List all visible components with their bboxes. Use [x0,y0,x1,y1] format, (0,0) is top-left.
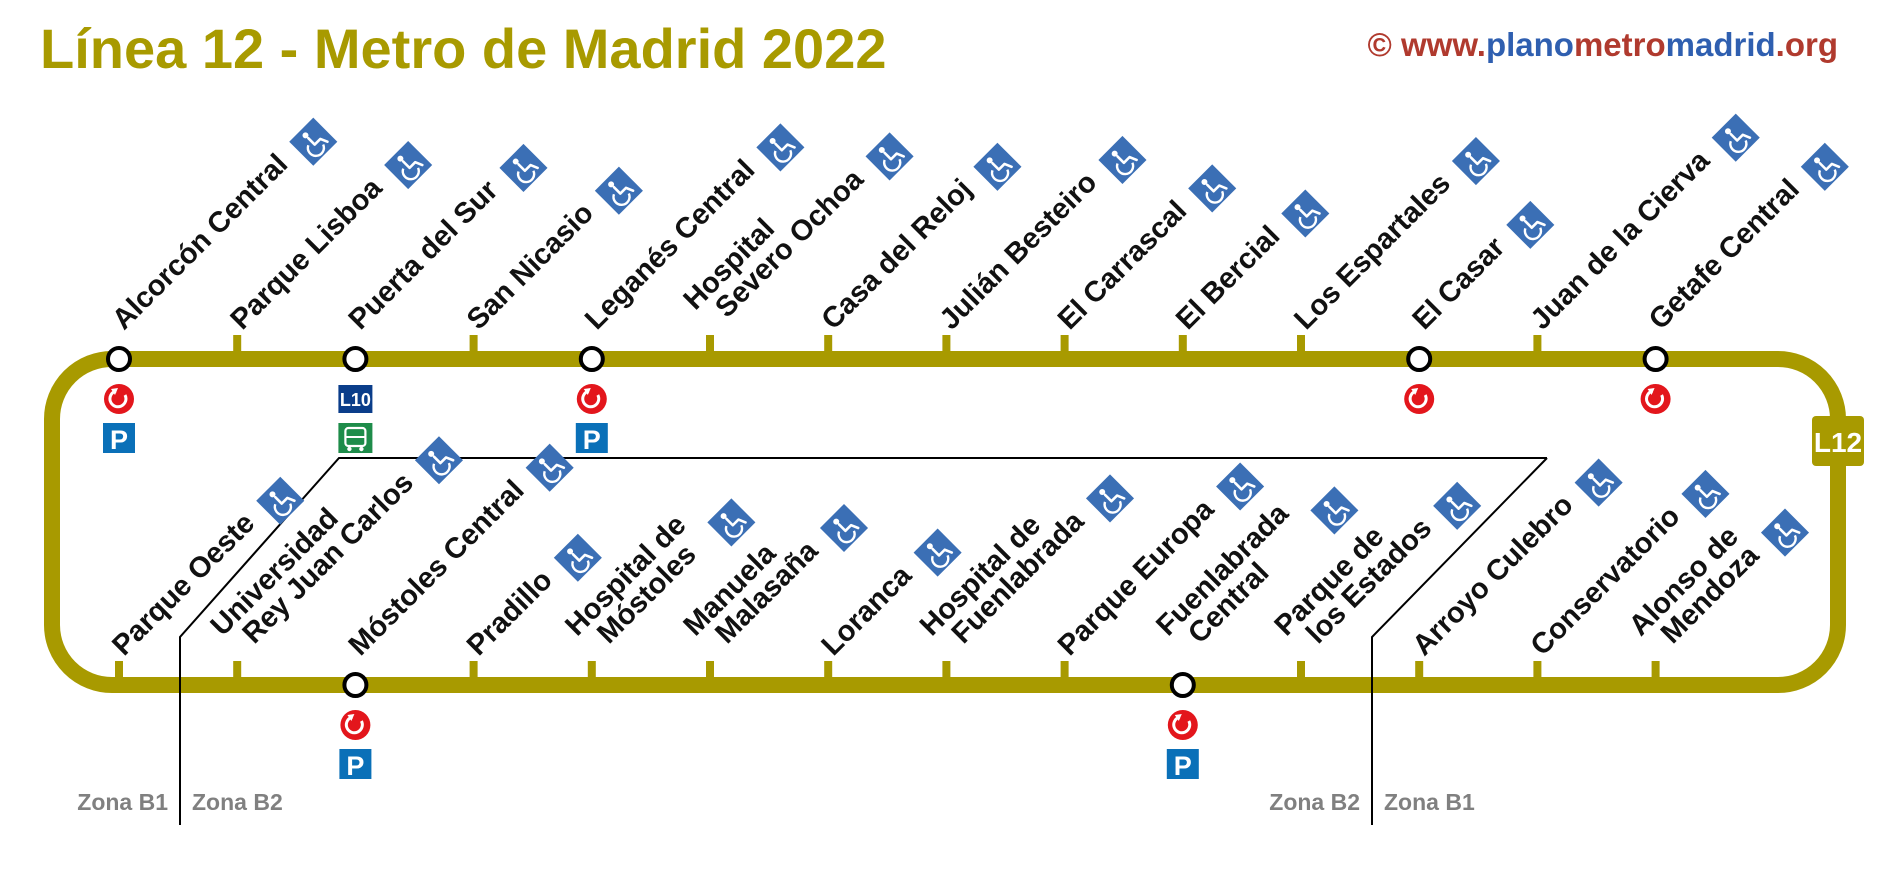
station-name[interactable]: Pradillo [461,564,559,662]
station-tick[interactable] [824,661,833,681]
interchange-marker[interactable] [342,672,369,698]
parking-label: P [110,425,128,455]
wheelchair-icon [1433,481,1482,530]
station-tick[interactable] [469,335,478,355]
line-badge-label: L12 [1814,427,1862,458]
station-tick[interactable] [942,661,951,681]
wheelchair-icon [553,533,602,582]
interchange-marker[interactable] [1169,672,1196,698]
parking-label: P [583,425,601,455]
station-name-line: Loranca [816,559,919,662]
station-name[interactable]: Loranca [816,559,919,662]
parking-icon: P [1166,749,1199,781]
wheelchair-icon [1188,164,1237,213]
station-tick[interactable] [1651,661,1660,681]
wheelchair-icon [499,143,548,192]
station-tick[interactable] [1060,661,1069,681]
bus-icon [338,423,373,453]
station-tick[interactable] [587,661,596,681]
zone-label: Zona B2 [1269,789,1360,815]
station-tick[interactable] [1415,661,1424,681]
wheelchair-icon [384,141,433,190]
line-10-badge: L10 [338,385,373,413]
wheelchair-icon [1310,486,1359,535]
station-el-casar[interactable]: El Casar [1406,200,1555,372]
interchange-marker[interactable] [106,346,132,372]
station-name[interactable]: El Casar [1407,231,1512,336]
station-tick[interactable] [1297,661,1305,681]
zone-label: Zona B1 [1384,789,1475,815]
wheelchair-icon [865,132,914,181]
wheelchair-icon [1760,508,1810,557]
parking-icon: P [103,423,135,455]
station-tick[interactable] [706,661,714,681]
station-tick[interactable] [1060,335,1069,355]
station-name[interactable]: Parque Oeste [106,507,261,662]
station-tick[interactable] [942,335,951,355]
wheelchair-icon [1281,189,1330,238]
wheelchair-icon [289,117,338,166]
interchange-marker[interactable] [1642,346,1669,372]
zone-label: Zona B2 [192,789,283,815]
station-hospital-severo-ochoa[interactable]: HospitalSevero Ochoa [678,132,914,355]
station-name[interactable]: Hospital deMóstoles [559,509,712,662]
wheelchair-icon [973,142,1022,191]
renfe-cercanias-icon [1404,384,1435,414]
station-tick[interactable] [469,661,478,681]
station-tick[interactable] [233,661,242,681]
renfe-cercanias-icon [104,384,134,414]
wheelchair-icon [525,443,574,492]
line-10-label: L10 [340,390,371,410]
wheelchair-icon [707,498,756,547]
station-tick[interactable] [1533,661,1542,681]
wheelchair-icon [1711,113,1760,162]
parking-icon: P [575,423,608,455]
station-name-line: El Bercial [1170,220,1286,336]
wheelchair-icon [1681,469,1730,518]
wheelchair-icon [1451,137,1500,186]
wheelchair-icon [756,123,805,172]
station-parque-de-los-estados[interactable]: Parque delos Estados [1269,481,1482,681]
station-name-line: Parque Oeste [106,507,261,662]
wheelchair-icon [1216,462,1265,511]
wheelchair-icon [913,528,962,577]
interchange-marker[interactable] [578,346,605,372]
parking-icon: P [339,749,372,781]
station-name-line: Pradillo [461,564,559,662]
wheelchair-icon [1098,135,1147,184]
station-tick[interactable] [115,661,123,681]
wheelchair-icon [1085,474,1135,523]
zone-label: Zona B1 [77,789,168,815]
wheelchair-icon [1506,200,1555,249]
wheelchair-icon [1800,142,1849,191]
station-julian-besteiro[interactable]: Julián Besteiro [934,135,1147,355]
line-12-map: L12Alcorcón CentralPParque LisboaPuerta … [44,113,1864,825]
parking-label: P [346,751,364,781]
station-name-line: El Casar [1407,231,1512,336]
renfe-cercanias-icon [576,384,607,414]
station-name[interactable]: El Bercial [1170,220,1286,336]
station-tick[interactable] [1533,335,1542,355]
station-tick[interactable] [1297,335,1305,355]
station-tick[interactable] [233,335,242,355]
interchange-marker[interactable] [1406,346,1433,372]
wheelchair-icon [256,476,305,525]
renfe-cercanias-icon [1640,384,1671,414]
station-tick[interactable] [706,335,714,355]
station-tick[interactable] [1178,335,1187,355]
wheelchair-icon [594,166,643,215]
renfe-cercanias-icon [340,710,371,740]
station-tick[interactable] [824,335,833,355]
wheelchair-icon [1574,458,1623,507]
renfe-cercanias-icon [1167,710,1198,740]
wheelchair-icon [819,503,869,553]
wheelchair-icon [414,436,464,485]
interchange-marker[interactable] [342,346,369,372]
station-name[interactable]: ManuelaMalasaña [678,515,825,662]
station-los-espartales[interactable]: Los Espartales [1288,137,1500,355]
parking-label: P [1174,751,1192,781]
station-hospital-de-fuenlabrada[interactable]: Hospital deFuenlabrada [914,474,1135,681]
